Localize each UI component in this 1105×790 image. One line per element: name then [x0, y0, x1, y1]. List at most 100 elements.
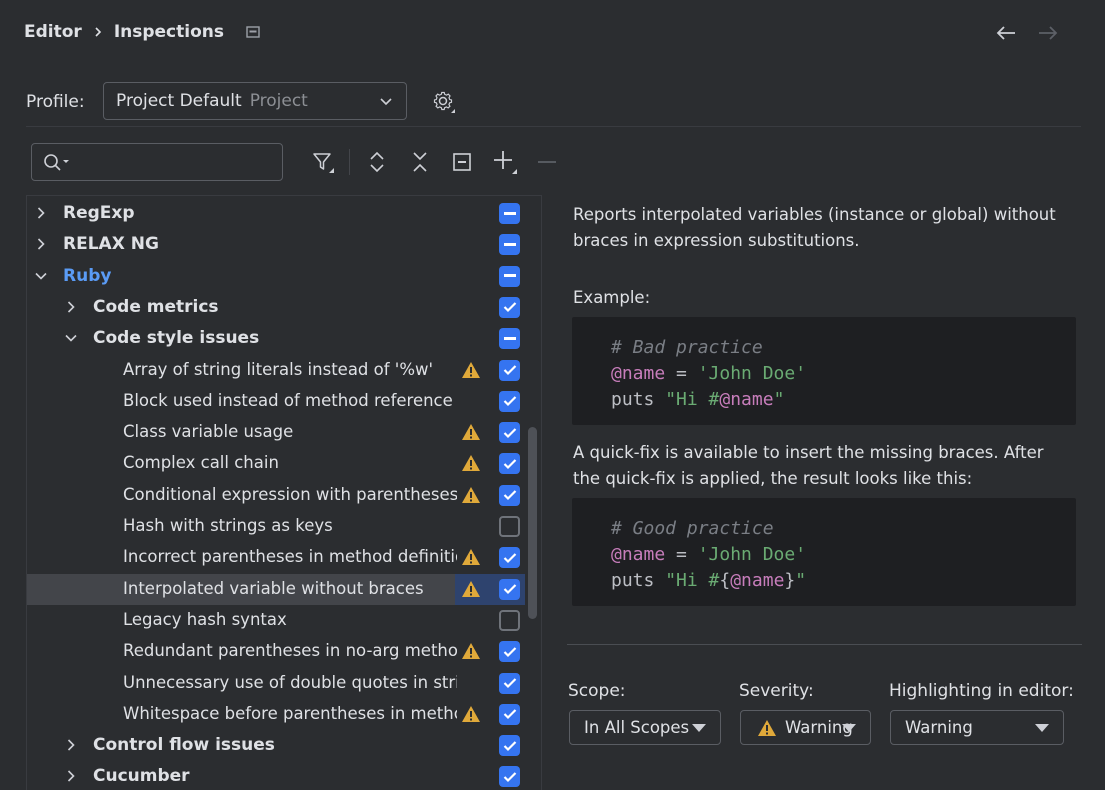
- search-input[interactable]: [78, 152, 278, 172]
- tree-row-label: Code style issues: [93, 328, 260, 349]
- example-label: Example:: [573, 288, 651, 307]
- chevron-right-icon[interactable]: [34, 237, 48, 251]
- highlighting-dropdown[interactable]: Warning: [890, 710, 1064, 745]
- tree-group-row[interactable]: Code metrics: [27, 292, 525, 323]
- check-icon: [503, 553, 516, 563]
- tree-item-row[interactable]: Incorrect parentheses in method definiti…: [27, 542, 525, 573]
- quick-fix-text: A quick-fix is available to insert the m…: [573, 443, 1044, 488]
- check-icon: [503, 709, 516, 720]
- chevron-right-icon[interactable]: [64, 300, 78, 314]
- checkbox-checked[interactable]: [499, 766, 520, 788]
- code-var: @name: [611, 363, 666, 384]
- breadcrumb-current: Inspections: [113, 22, 224, 42]
- check-icon: [503, 427, 516, 438]
- checkbox-checked[interactable]: [499, 390, 520, 412]
- tree-item-row[interactable]: Unnecessary use of double quotes in stri…: [27, 668, 525, 699]
- tree-item-row[interactable]: Interpolated variable without braces: [27, 573, 525, 605]
- check-icon: [503, 678, 516, 689]
- code-example-bad: # Bad practice @name = 'John Doe' puts "…: [572, 317, 1076, 425]
- warning-icon: [462, 455, 480, 472]
- search-icon: [44, 154, 69, 171]
- tree-row-label: Conditional expression with parentheses: [123, 484, 457, 504]
- forward-arrow-icon[interactable]: [1034, 21, 1062, 45]
- code-keyword: puts: [611, 570, 666, 591]
- chevron-down-icon[interactable]: [34, 269, 48, 283]
- tree-item-row[interactable]: Legacy hash syntax: [27, 605, 525, 636]
- tree-row-label: Hash with strings as keys: [123, 516, 333, 535]
- checkbox-checked[interactable]: [499, 641, 520, 663]
- reset-icon[interactable]: [447, 147, 477, 177]
- checkbox-checked[interactable]: [499, 296, 520, 318]
- checkbox-checked[interactable]: [499, 484, 520, 506]
- tree-item-row[interactable]: Array of string literals instead of '%w': [27, 355, 525, 386]
- tree-item-row[interactable]: Class variable usage: [27, 417, 525, 448]
- inspection-tree[interactable]: RegExp RELAX NG Ruby Code metrics Code style…: [26, 195, 542, 790]
- check-icon: [503, 459, 516, 469]
- code-string: ": [795, 570, 807, 591]
- dash-icon: [503, 336, 516, 340]
- code-comment: # Good practice: [611, 518, 774, 539]
- checkbox-checked[interactable]: [499, 453, 520, 475]
- gear-icon[interactable]: [428, 86, 460, 118]
- chevron-right-icon[interactable]: [64, 738, 78, 752]
- chevron-right-icon: [94, 26, 102, 38]
- checkbox-checked[interactable]: [499, 359, 520, 381]
- checkbox-checked[interactable]: [499, 547, 520, 569]
- checkbox-checked[interactable]: [499, 578, 520, 600]
- tree-row-label: Whitespace before parentheses in methoc: [123, 703, 457, 723]
- tree-group-row[interactable]: RELAX NG: [27, 229, 525, 260]
- warning-icon: [462, 424, 480, 441]
- scope-dropdown[interactable]: In All Scopes: [569, 710, 721, 745]
- tree-group-row[interactable]: Control flow issues: [27, 730, 525, 761]
- checkbox-unchecked[interactable]: [499, 609, 520, 631]
- expand-all-icon[interactable]: [362, 147, 392, 177]
- pin-tab-icon[interactable]: [246, 26, 260, 38]
- tree-group-row[interactable]: RegExp: [27, 198, 525, 229]
- dash-icon: [503, 274, 516, 278]
- add-icon[interactable]: [490, 147, 520, 177]
- tree-group-row[interactable]: Ruby: [27, 261, 525, 292]
- profile-scope: Project: [249, 91, 308, 111]
- checkbox-checked[interactable]: [499, 735, 520, 757]
- chevron-right-icon[interactable]: [34, 206, 48, 220]
- checkbox-checked[interactable]: [499, 703, 520, 725]
- tree-item-row[interactable]: Redundant parentheses in no-arg method: [27, 636, 525, 667]
- tree-item-row[interactable]: Block used instead of method reference: [27, 386, 525, 417]
- check-icon: [503, 646, 516, 657]
- breadcrumb-parent[interactable]: Editor: [24, 22, 82, 42]
- back-arrow-icon[interactable]: [992, 21, 1020, 45]
- checkbox-mixed[interactable]: [499, 328, 520, 350]
- tree-item-row[interactable]: Whitespace before parentheses in methoc: [27, 699, 525, 730]
- code-var: @name: [730, 570, 785, 591]
- tree-group-row[interactable]: Cucumber: [27, 761, 525, 790]
- tree-item-row[interactable]: Complex call chain: [27, 448, 525, 479]
- divider: [26, 126, 1081, 127]
- checkbox-checked[interactable]: [499, 422, 520, 444]
- checkbox-mixed[interactable]: [499, 265, 520, 287]
- severity-dropdown[interactable]: Warning: [740, 710, 871, 745]
- chevron-right-icon[interactable]: [64, 769, 78, 783]
- checkbox-mixed[interactable]: [499, 234, 520, 256]
- tree-row-label: RegExp: [63, 203, 135, 223]
- tree-row-label: Array of string literals instead of '%w': [123, 359, 434, 379]
- code-op: =: [665, 363, 698, 384]
- checkbox-mixed[interactable]: [499, 203, 520, 224]
- tree-group-row[interactable]: Code style issues: [27, 323, 525, 354]
- checkbox-checked[interactable]: [499, 672, 520, 694]
- checkbox-unchecked[interactable]: [499, 516, 520, 537]
- tree-item-row[interactable]: Conditional expression with parentheses: [27, 480, 525, 511]
- tree-row-label: Code metrics: [93, 296, 219, 317]
- dropdown-arrow-icon: [692, 724, 706, 732]
- filter-icon[interactable]: [308, 147, 338, 177]
- highlighting-label: Highlighting in editor:: [889, 681, 1074, 701]
- code-example-good: # Good practice @name = 'John Doe' puts …: [572, 498, 1076, 606]
- remove-icon: [532, 147, 562, 177]
- chevron-down-icon[interactable]: [64, 331, 78, 345]
- collapse-all-icon[interactable]: [405, 147, 435, 177]
- tree-item-row[interactable]: Hash with strings as keys: [27, 511, 525, 542]
- profile-dropdown[interactable]: Project Default Project: [103, 82, 407, 120]
- toolbar-separator: [349, 149, 350, 175]
- code-string: ": [773, 389, 785, 410]
- tree-scrollbar[interactable]: [528, 427, 537, 619]
- search-field[interactable]: [31, 143, 283, 181]
